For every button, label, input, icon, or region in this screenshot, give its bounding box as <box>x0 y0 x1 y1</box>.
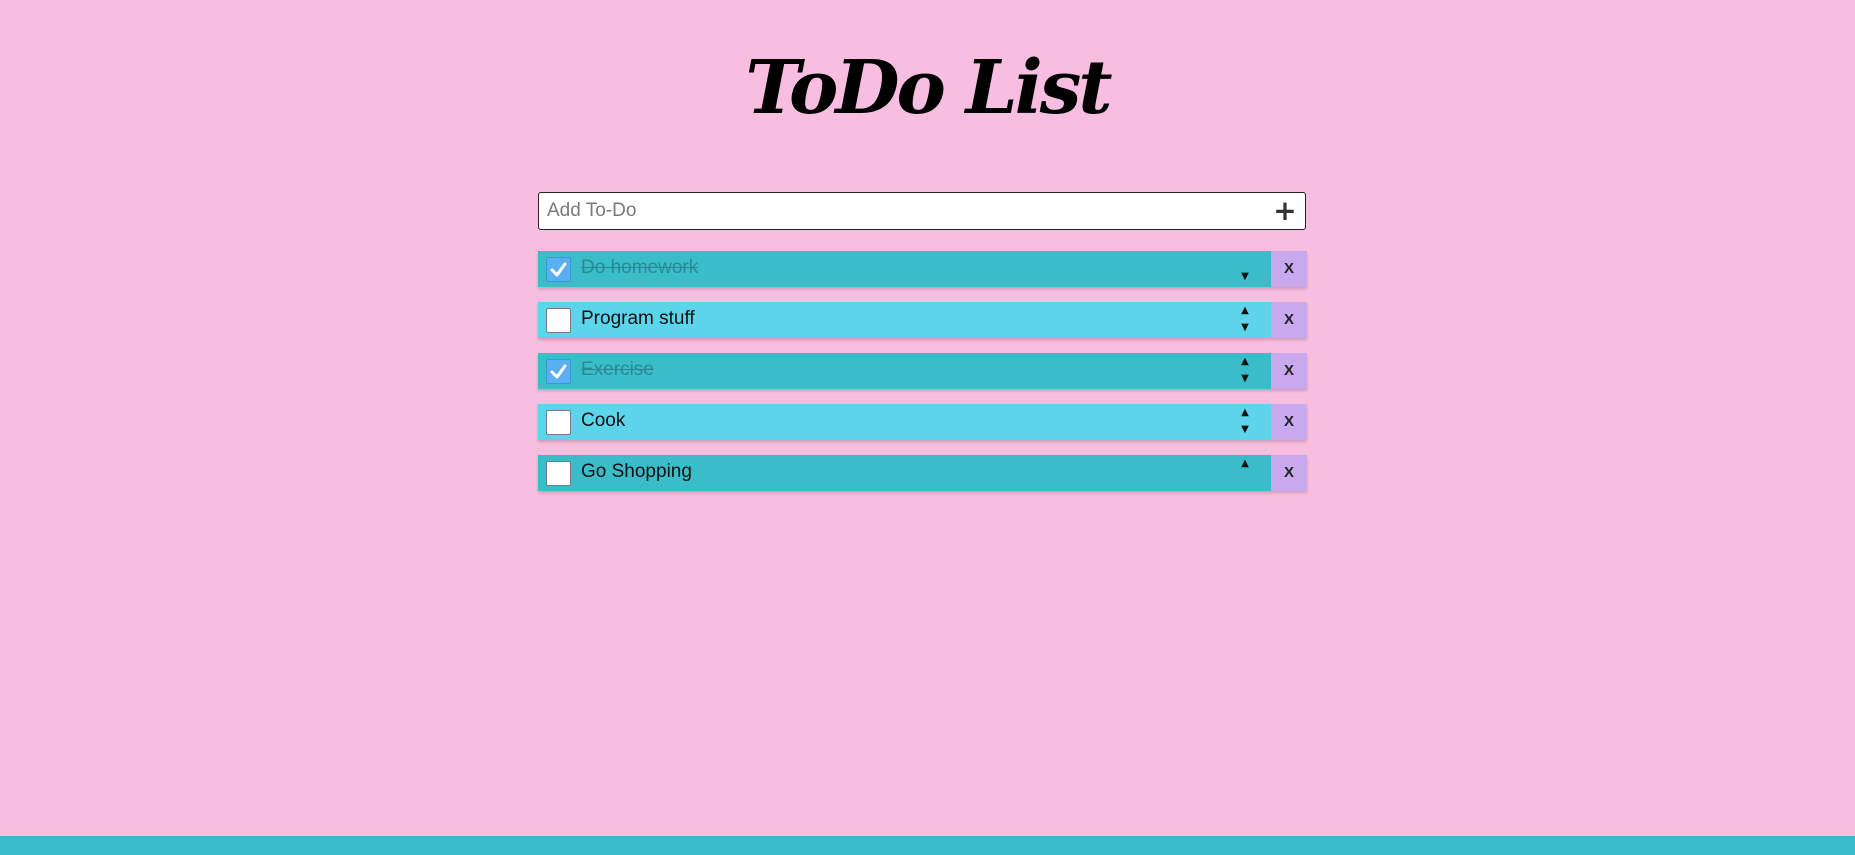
page-title: ToDo List <box>745 45 1112 131</box>
todo-item: Exercise ▲ ▼ X <box>538 353 1307 389</box>
move-up-icon[interactable]: ▲ <box>1238 457 1252 471</box>
todo-item: Program stuff ▲ ▼ X <box>538 302 1307 338</box>
todo-label: Program stuff <box>581 308 695 329</box>
todo-item: Do homework ▼ X <box>538 251 1307 287</box>
move-up-icon[interactable]: ▲ <box>1238 355 1252 369</box>
todo-item-body: Exercise ▲ ▼ <box>538 353 1271 389</box>
todo-item-body: Do homework ▼ <box>538 251 1271 287</box>
delete-todo-button[interactable]: X <box>1271 302 1307 338</box>
move-up-icon[interactable]: ▲ <box>1238 406 1252 420</box>
todo-label: Do homework <box>581 257 699 278</box>
todo-item-body: Cook ▲ ▼ <box>538 404 1271 440</box>
move-down-icon[interactable]: ▼ <box>1238 372 1252 386</box>
todo-checkbox[interactable] <box>546 461 571 486</box>
add-todo-form: + <box>538 192 1306 230</box>
add-todo-input[interactable] <box>539 193 1239 229</box>
delete-todo-button[interactable]: X <box>1271 404 1307 440</box>
todo-item-body: Go Shopping ▲ <box>538 455 1271 491</box>
todo-label: Exercise <box>581 359 654 380</box>
todo-label: Cook <box>581 410 626 431</box>
move-up-icon[interactable]: ▲ <box>1238 304 1252 318</box>
todo-item-body: Program stuff ▲ ▼ <box>538 302 1271 338</box>
checkmark-icon <box>550 262 567 277</box>
move-down-icon[interactable]: ▼ <box>1238 423 1252 437</box>
todo-label: Go Shopping <box>581 461 692 482</box>
footer-bar <box>0 836 1855 855</box>
delete-todo-button[interactable]: X <box>1271 251 1307 287</box>
delete-todo-button[interactable]: X <box>1271 455 1307 491</box>
todo-item: Cook ▲ ▼ X <box>538 404 1307 440</box>
todo-item: Go Shopping ▲ X <box>538 455 1307 491</box>
todo-checkbox[interactable] <box>546 308 571 333</box>
todo-checkbox[interactable] <box>546 257 571 282</box>
add-todo-button[interactable]: + <box>1271 193 1299 229</box>
todo-checkbox[interactable] <box>546 359 571 384</box>
move-down-icon[interactable]: ▼ <box>1238 321 1252 335</box>
checkmark-icon <box>550 364 567 379</box>
delete-todo-button[interactable]: X <box>1271 353 1307 389</box>
move-down-icon[interactable]: ▼ <box>1238 270 1252 284</box>
todo-checkbox[interactable] <box>546 410 571 435</box>
